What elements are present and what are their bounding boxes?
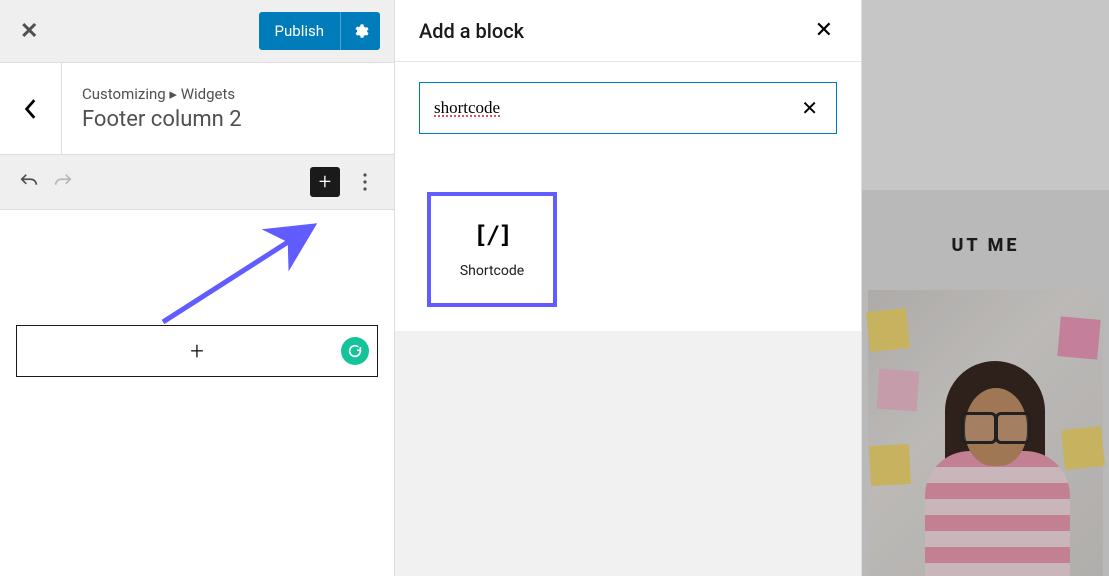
block-search-input[interactable]	[434, 98, 797, 118]
close-icon: ✕	[801, 96, 818, 120]
site-preview-panel: UT ME	[862, 0, 1109, 576]
undo-button[interactable]	[12, 165, 46, 199]
block-panel-title: Add a block	[419, 19, 524, 43]
plus-icon: +	[190, 337, 204, 365]
block-search-box: ✕	[419, 82, 837, 134]
block-panel-header: Add a block ✕	[395, 0, 861, 62]
widget-editor-area: +	[0, 210, 394, 576]
close-icon: ✕	[815, 18, 833, 43]
customizer-sidebar: ✕ Publish Customizing ▸ Widgets Footer c…	[0, 0, 395, 576]
block-panel-footer-area	[395, 331, 861, 576]
add-block-button[interactable]: +	[310, 167, 340, 197]
breadcrumb-row: Customizing ▸ Widgets Footer column 2	[0, 63, 394, 155]
close-icon: ✕	[20, 19, 38, 44]
block-search-area: ✕	[395, 62, 861, 150]
shortcode-icon: [/]	[473, 221, 510, 249]
breadcrumb-section: Widgets	[181, 85, 235, 103]
editor-toolbar: +	[0, 155, 394, 210]
publish-settings-button[interactable]	[340, 12, 380, 50]
redo-icon	[52, 171, 74, 193]
customizer-top-bar: ✕ Publish	[0, 0, 394, 63]
grammarly-icon	[347, 343, 363, 359]
breadcrumb-path: Customizing ▸ Widgets	[82, 85, 394, 103]
chevron-left-icon	[23, 98, 39, 120]
publish-button[interactable]: Publish	[259, 12, 340, 50]
grammarly-badge[interactable]	[341, 337, 369, 365]
clear-search-button[interactable]: ✕	[797, 96, 822, 120]
gear-icon	[352, 23, 369, 40]
breadcrumb-text: Customizing ▸ Widgets Footer column 2	[62, 63, 394, 154]
more-vertical-icon	[363, 173, 367, 191]
annotation-arrow	[155, 220, 330, 330]
redo-button[interactable]	[46, 165, 80, 199]
breadcrumb-parent: Customizing	[82, 85, 166, 103]
block-item-shortcode[interactable]: [/] Shortcode	[427, 192, 557, 307]
plus-icon: +	[319, 170, 331, 195]
more-options-button[interactable]	[348, 173, 382, 191]
block-results-grid: [/] Shortcode	[395, 150, 861, 331]
page-title: Footer column 2	[82, 107, 394, 132]
close-customizer-button[interactable]: ✕	[14, 13, 44, 50]
back-button[interactable]	[0, 63, 62, 154]
publish-group: Publish	[259, 12, 380, 50]
preview-dimmed-overlay	[862, 0, 1109, 576]
block-inserter-panel: Add a block ✕ ✕ [/] Shortcode	[395, 0, 862, 576]
breadcrumb-separator: ▸	[169, 85, 177, 103]
close-block-panel-button[interactable]: ✕	[811, 14, 837, 47]
add-widget-area[interactable]: +	[16, 325, 378, 377]
block-item-label: Shortcode	[460, 263, 524, 279]
undo-icon	[18, 171, 40, 193]
